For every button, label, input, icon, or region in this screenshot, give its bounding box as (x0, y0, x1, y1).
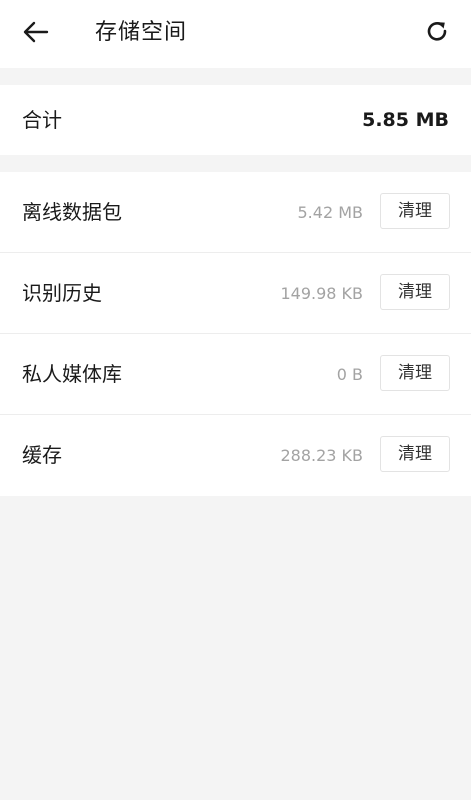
refresh-icon (425, 19, 449, 47)
item-label: 私人媒体库 (22, 362, 122, 386)
storage-list: 离线数据包 5.42 MB 清理 识别历史 149.98 KB 清理 私人媒体库… (0, 172, 471, 496)
item-size: 0 B (336, 365, 363, 384)
item-label: 离线数据包 (22, 200, 122, 224)
page-title: 存储空间 (95, 20, 188, 45)
clean-button[interactable]: 清理 (380, 436, 450, 472)
item-label: 识别历史 (22, 281, 102, 305)
list-item-offline-packages: 离线数据包 5.42 MB 清理 (0, 172, 471, 253)
refresh-button[interactable] (415, 13, 459, 53)
header-bar: 存储空间 (0, 0, 471, 68)
item-size: 5.42 MB (297, 203, 364, 222)
back-button[interactable] (14, 14, 58, 54)
list-item-recognition-history: 识别历史 149.98 KB 清理 (0, 253, 471, 334)
clean-button[interactable]: 清理 (380, 193, 450, 229)
list-item-cache: 缓存 288.23 KB 清理 (0, 415, 471, 496)
total-label: 合计 (22, 108, 62, 132)
clean-button[interactable]: 清理 (380, 355, 450, 391)
item-size: 149.98 KB (280, 284, 363, 303)
clean-button[interactable]: 清理 (380, 274, 450, 310)
item-label: 缓存 (22, 443, 62, 467)
total-value: 5.85 MB (362, 109, 449, 131)
arrow-left-icon (23, 21, 49, 47)
item-size: 288.23 KB (280, 446, 363, 465)
total-row: 合计 5.85 MB (0, 85, 471, 155)
list-item-private-media: 私人媒体库 0 B 清理 (0, 334, 471, 415)
